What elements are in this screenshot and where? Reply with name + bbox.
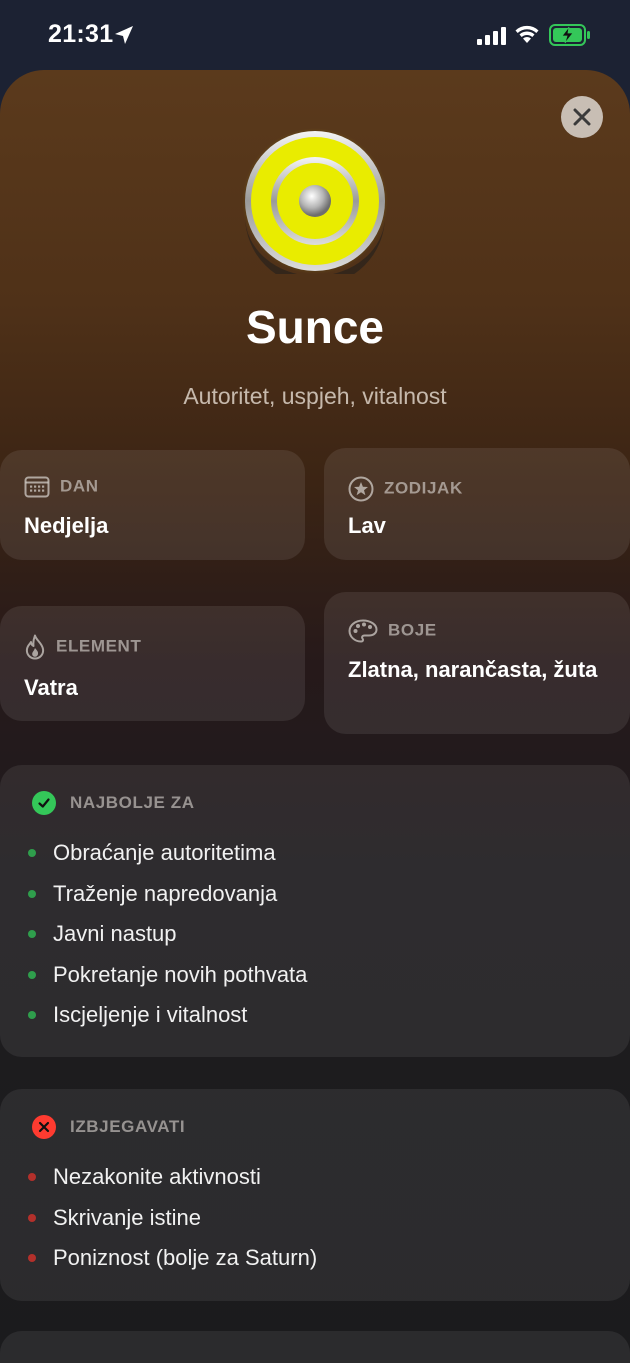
- day-label: DAN: [60, 476, 99, 496]
- wifi-icon: [515, 25, 539, 43]
- avoid-label: IZBJEGAVATI: [70, 1117, 186, 1136]
- list-item: Iscjeljenje i vitalnost: [28, 995, 307, 1036]
- avoid-header: IZBJEGAVATI: [32, 1115, 185, 1139]
- location-arrow-icon: [115, 26, 133, 44]
- status-bar: 21:31: [0, 0, 630, 70]
- cellular-signal-icon: [477, 27, 506, 45]
- element-label: ELEMENT: [56, 636, 142, 656]
- day-card-caption: DAN: [24, 476, 99, 498]
- element-card: ELEMENT Vatra: [0, 606, 305, 721]
- flame-icon: [25, 634, 45, 660]
- checkmark-icon: [32, 791, 56, 815]
- list-item: Poniznost (bolje za Saturn): [28, 1238, 317, 1279]
- avoid-card: IZBJEGAVATI Nezakonite aktivnosti Skriva…: [0, 1089, 630, 1301]
- list-item: Pokretanje novih pothvata: [28, 955, 307, 996]
- element-card-caption: ELEMENT: [24, 634, 141, 660]
- element-value: Vatra: [24, 675, 78, 700]
- zodiac-card: ZODIJAK Lav: [324, 448, 630, 560]
- star-circle-icon: [348, 476, 374, 502]
- best-for-label: NAJBOLJE ZA: [70, 793, 195, 812]
- planet-subtitle: Autoritet, uspjeh, vitalnost: [183, 383, 447, 409]
- battery-charging-icon: [549, 24, 590, 46]
- best-for-list: Obraćanje autoritetima Traženje napredov…: [28, 833, 307, 1036]
- close-icon: [573, 108, 591, 126]
- zodiac-card-caption: ZODIJAK: [348, 476, 463, 502]
- list-item: Javni nastup: [28, 914, 307, 955]
- zodiac-value: Lav: [348, 513, 386, 538]
- colors-card-caption: BOJE: [348, 619, 437, 643]
- next-card: [0, 1331, 630, 1363]
- zodiac-label: ZODIJAK: [384, 478, 463, 498]
- colors-label: BOJE: [388, 620, 437, 640]
- best-for-header: NAJBOLJE ZA: [32, 791, 195, 815]
- best-for-card: NAJBOLJE ZA Obraćanje autoritetima Traže…: [0, 765, 630, 1057]
- day-value: Nedjelja: [24, 513, 109, 538]
- list-item: Traženje napredovanja: [28, 874, 307, 915]
- palette-icon: [348, 619, 378, 643]
- list-item: Obraćanje autoritetima: [28, 833, 307, 874]
- planet-detail-sheet: Sunce Autoritet, uspjeh, vitalnost DAN N…: [0, 70, 630, 1363]
- colors-value: Zlatna, narančasta, žuta: [348, 657, 598, 682]
- avoid-list: Nezakonite aktivnosti Skrivanje istine P…: [28, 1157, 317, 1279]
- x-mark-icon: [32, 1115, 56, 1139]
- day-card: DAN Nedjelja: [0, 450, 305, 560]
- planet-title: Sunce: [245, 301, 385, 353]
- sun-symbol-icon: [242, 128, 388, 274]
- calendar-icon: [24, 476, 50, 498]
- list-item: Skrivanje istine: [28, 1198, 317, 1239]
- colors-card: BOJE Zlatna, narančasta, žuta: [324, 592, 630, 734]
- close-button[interactable]: [561, 96, 603, 138]
- status-time: 21:31: [48, 20, 114, 48]
- list-item: Nezakonite aktivnosti: [28, 1157, 317, 1198]
